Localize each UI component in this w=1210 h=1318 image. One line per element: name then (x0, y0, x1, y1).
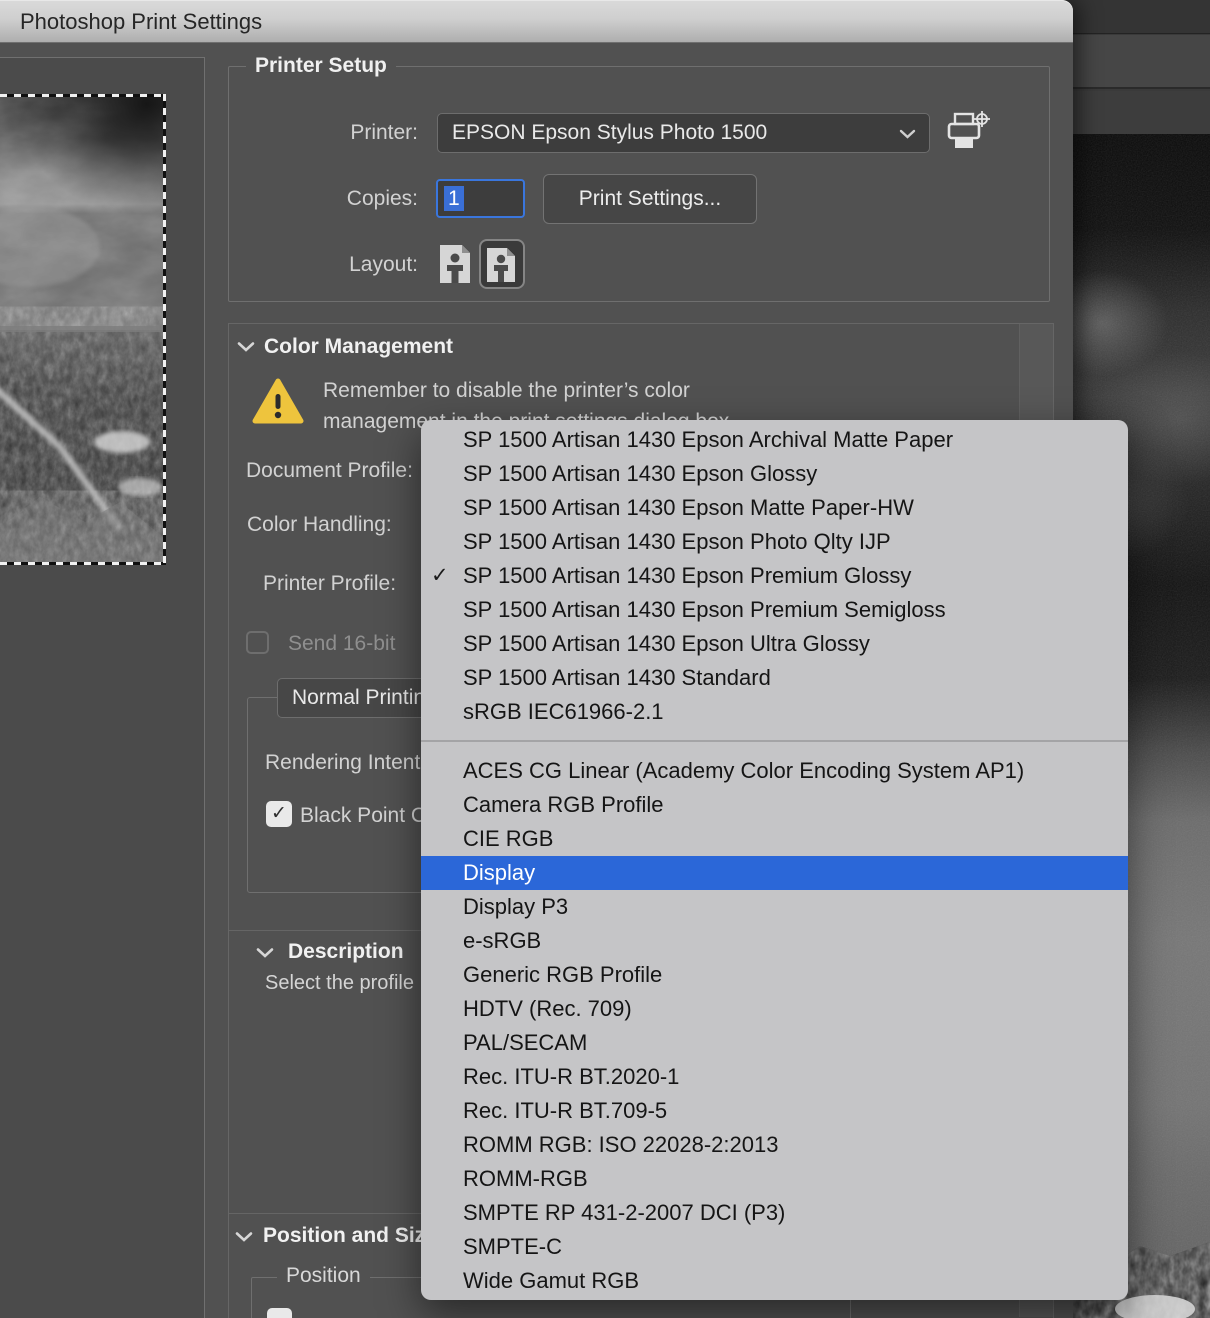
profile-menu-item[interactable]: ROMM RGB: ISO 22028-2:2013 (421, 1128, 1128, 1162)
layout-portrait-icon[interactable] (438, 243, 474, 285)
rendering-intent-label: Rendering Intent: (265, 751, 426, 775)
profile-menu-item[interactable]: SP 1500 Artisan 1430 Epson Glossy (421, 457, 1128, 491)
profile-menu-item-label: Display P3 (463, 894, 568, 919)
profile-menu-item[interactable]: SP 1500 Artisan 1430 Epson Premium Semig… (421, 593, 1128, 627)
copies-input[interactable]: 1 (436, 179, 525, 218)
profile-menu-item-label: SP 1500 Artisan 1430 Epson Glossy (463, 461, 817, 486)
profile-menu-item[interactable]: PAL/SECAM (421, 1026, 1128, 1060)
document-profile-label: Document Profile: (246, 459, 413, 483)
printer-profile-label: Printer Profile: (263, 572, 396, 596)
profile-menu-item[interactable]: Rec. ITU-R BT.709-5 (421, 1094, 1128, 1128)
chevron-down-icon[interactable] (256, 947, 274, 959)
screen: Photoshop Print Settings (0, 0, 1210, 1318)
dialog-title: Photoshop Print Settings (20, 0, 262, 43)
checkmark-icon: ✓ (271, 803, 287, 824)
profile-menu-item[interactable]: SP 1500 Artisan 1430 Epson Photo Qlty IJ… (421, 525, 1128, 559)
dialog-titlebar[interactable]: Photoshop Print Settings (0, 0, 1073, 43)
profile-menu-item-label: SP 1500 Artisan 1430 Epson Archival Matt… (463, 427, 953, 452)
profile-menu-item[interactable]: Display P3 (421, 890, 1128, 924)
selection-ants-bottom (0, 562, 166, 565)
center-checkbox[interactable] (267, 1308, 292, 1318)
background-tab-bar (1060, 91, 1210, 134)
profile-menu-item[interactable]: Camera RGB Profile (421, 788, 1128, 822)
printer-icon[interactable] (945, 110, 993, 156)
color-management-title[interactable]: Color Management (264, 335, 453, 359)
profile-menu-item-label: HDTV (Rec. 709) (463, 996, 632, 1021)
profile-menu-item-label: Rec. ITU-R BT.2020-1 (463, 1064, 679, 1089)
warning-icon (252, 378, 304, 426)
profile-menu-item-label: SP 1500 Artisan 1430 Standard (463, 665, 771, 690)
print-settings-button[interactable]: Print Settings... (543, 174, 757, 224)
copies-value: 1 (444, 186, 464, 211)
profile-menu-item[interactable]: SP 1500 Artisan 1430 Epson Archival Matt… (421, 423, 1128, 457)
profile-menu-item-label: SP 1500 Artisan 1430 Epson Premium Semig… (463, 597, 946, 622)
profile-menu-item-label: Camera RGB Profile (463, 792, 664, 817)
profile-menu-item-label: Display (463, 860, 535, 885)
profile-menu-item[interactable]: Generic RGB Profile (421, 958, 1128, 992)
profile-menu-item-label: ROMM-RGB (463, 1166, 588, 1191)
profile-menu-item-label: ROMM RGB: ISO 22028-2:2013 (463, 1132, 778, 1157)
menu-separator (421, 740, 1128, 742)
chevron-down-icon[interactable] (237, 341, 255, 353)
profile-menu-item-label: sRGB IEC61966-2.1 (463, 699, 664, 724)
profile-menu-item-label: e-sRGB (463, 928, 541, 953)
profile-menu-item[interactable]: CIE RGB (421, 822, 1128, 856)
send-16bit-checkbox[interactable] (246, 631, 269, 654)
profile-menu-item-label: Rec. ITU-R BT.709-5 (463, 1098, 667, 1123)
profile-menu-item-label: SMPTE-C (463, 1234, 562, 1259)
profile-menu-item[interactable]: ACES CG Linear (Academy Color Encoding S… (421, 754, 1128, 788)
profile-menu-item-label: SP 1500 Artisan 1430 Epson Ultra Glossy (463, 631, 870, 656)
profile-menu-item[interactable]: e-sRGB (421, 924, 1128, 958)
printer-select-value: EPSON Epson Stylus Photo 1500 (452, 114, 767, 152)
profile-menu-item[interactable]: sRGB IEC61966-2.1 (421, 695, 1128, 729)
background-app-bar (1060, 0, 1210, 34)
profile-menu-item[interactable]: SP 1500 Artisan 1430 Epson Matte Paper-H… (421, 491, 1128, 525)
profile-menu-item[interactable]: SP 1500 Artisan 1430 Epson Ultra Glossy (421, 627, 1128, 661)
profile-menu-item[interactable]: Display (421, 856, 1128, 890)
profile-menu-item[interactable]: ✓SP 1500 Artisan 1430 Epson Premium Glos… (421, 559, 1128, 593)
description-title[interactable]: Description (288, 940, 404, 964)
printer-label: Printer: (230, 121, 418, 145)
chevron-down-icon (899, 129, 916, 140)
printer-profile-menu: SP 1500 Artisan 1430 Epson Archival Matt… (421, 420, 1128, 1300)
description-text: Select the profile (265, 972, 414, 995)
selection-ants-top (0, 94, 166, 97)
chevron-down-icon[interactable] (235, 1231, 253, 1243)
profile-menu-item-label: Generic RGB Profile (463, 962, 662, 987)
profile-menu-item-label: CIE RGB (463, 826, 553, 851)
print-settings-button-label: Print Settings... (579, 187, 721, 210)
copies-label: Copies: (230, 187, 418, 211)
layout-landscape-icon (485, 246, 519, 284)
profile-menu-item-label: Wide Gamut RGB (463, 1268, 639, 1293)
profile-menu-item[interactable]: SMPTE RP 431-2-2007 DCI (P3) (421, 1196, 1128, 1230)
profile-menu-item-label: SP 1500 Artisan 1430 Epson Premium Gloss… (463, 563, 911, 588)
profile-menu-item-label: SP 1500 Artisan 1430 Epson Photo Qlty IJ… (463, 529, 891, 554)
profile-menu-item-label: SMPTE RP 431-2-2007 DCI (P3) (463, 1200, 785, 1225)
profile-menu-item[interactable]: SMPTE-C (421, 1230, 1128, 1264)
background-options-bar (1060, 35, 1210, 89)
printer-setup-title: Printer Setup (246, 54, 396, 78)
position-group-label: Position (277, 1264, 370, 1288)
profile-menu-item[interactable]: Rec. ITU-R BT.2020-1 (421, 1060, 1128, 1094)
layout-label: Layout: (230, 253, 418, 277)
profile-menu-item[interactable]: SP 1500 Artisan 1430 Standard (421, 661, 1128, 695)
profile-menu-item[interactable]: HDTV (Rec. 709) (421, 992, 1128, 1026)
profile-menu-item-label: SP 1500 Artisan 1430 Epson Matte Paper-H… (463, 495, 914, 520)
position-and-size-title[interactable]: Position and Size (263, 1224, 437, 1248)
profile-menu-item[interactable]: ROMM-RGB (421, 1162, 1128, 1196)
selection-ants-right (163, 94, 166, 565)
profile-menu-item-label: ACES CG Linear (Academy Color Encoding S… (463, 758, 1024, 783)
warning-text-line1: Remember to disable the printer’s color (323, 379, 690, 403)
print-mode-value: Normal Printing (292, 679, 437, 717)
layout-landscape-button[interactable] (479, 239, 525, 289)
checkmark-icon: ✓ (431, 559, 459, 593)
profile-menu-item-label: PAL/SECAM (463, 1030, 587, 1055)
send-16bit-label: Send 16-bit (288, 632, 395, 656)
printer-select[interactable]: EPSON Epson Stylus Photo 1500 (437, 113, 930, 153)
black-point-checkbox[interactable]: ✓ (266, 801, 292, 827)
color-handling-label: Color Handling: (247, 513, 392, 537)
profile-menu-item[interactable]: Wide Gamut RGB (421, 1264, 1128, 1298)
print-preview-photo (0, 97, 163, 562)
